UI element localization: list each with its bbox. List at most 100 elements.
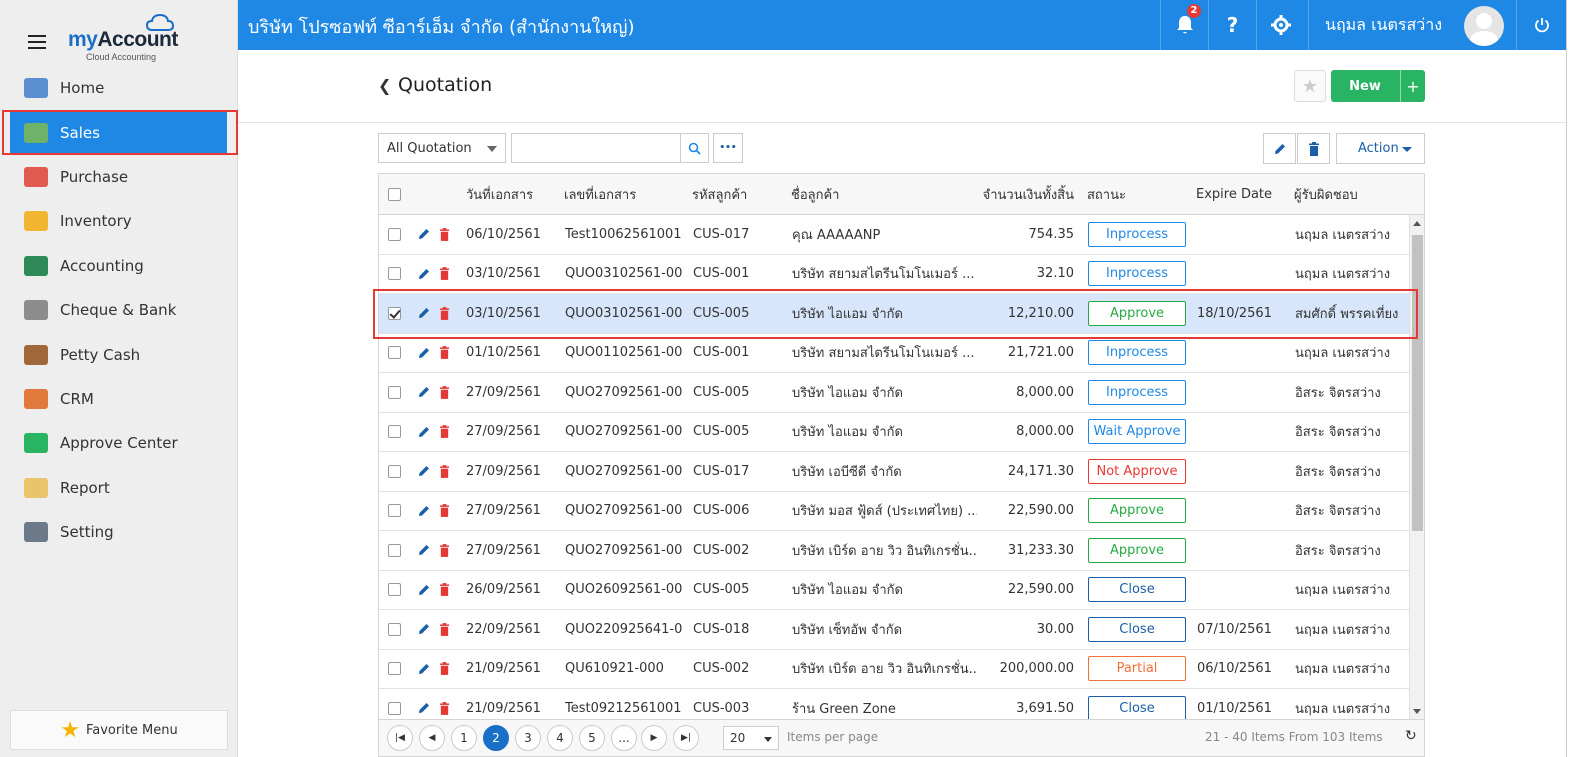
- row-select[interactable]: [388, 294, 401, 333]
- plus-icon[interactable]: +: [1400, 70, 1425, 102]
- row-edit-button[interactable]: [417, 571, 431, 610]
- cell-docno[interactable]: QUO27092561-00...: [565, 373, 683, 412]
- row-delete-button[interactable]: [439, 413, 450, 452]
- row-delete-button[interactable]: [439, 334, 450, 373]
- row-checkbox[interactable]: [388, 227, 401, 241]
- header-custname[interactable]: ชื่อลูกค้า: [791, 174, 839, 214]
- row-edit-button[interactable]: [417, 610, 431, 649]
- row-checkbox[interactable]: [388, 385, 401, 399]
- page-button[interactable]: 4: [547, 725, 573, 751]
- edit-button[interactable]: [1263, 133, 1296, 164]
- hamburger-menu-icon[interactable]: [28, 35, 46, 49]
- cell-docno[interactable]: QUO01102561-00...: [565, 334, 683, 373]
- table-row[interactable]: 26/09/2561 QUO26092561-00... CUS-005 บริษัท…: [379, 571, 1409, 610]
- cell-docno[interactable]: QUO27092561-00...: [565, 413, 683, 452]
- header-custcode[interactable]: รหัสลูกค้า: [692, 174, 747, 214]
- status-badge[interactable]: Close: [1088, 577, 1186, 603]
- row-select[interactable]: [388, 571, 401, 610]
- row-checkbox[interactable]: [388, 622, 401, 636]
- sidebar-item-inventory[interactable]: Inventory: [0, 199, 237, 243]
- sidebar-item-purchase[interactable]: Purchase: [0, 155, 237, 199]
- sidebar-item-petty-cash[interactable]: Petty Cash: [0, 332, 237, 376]
- page-button[interactable]: ...: [611, 725, 637, 751]
- cell-docno[interactable]: QUO03102561-00...: [565, 294, 683, 333]
- row-edit-button[interactable]: [417, 255, 431, 294]
- row-checkbox[interactable]: [388, 662, 401, 676]
- table-row[interactable]: 01/10/2561 QUO01102561-00... CUS-001 บริษัท…: [379, 334, 1409, 373]
- row-delete-button[interactable]: [439, 294, 450, 333]
- status-badge[interactable]: Approve: [1088, 537, 1186, 563]
- cell-docno[interactable]: QUO26092561-00...: [565, 571, 683, 610]
- table-row[interactable]: 27/09/2561 QUO27092561-00... CUS-017 บริษัท…: [379, 452, 1409, 492]
- search-button[interactable]: [680, 133, 709, 163]
- cell-docno[interactable]: QU610921-000: [565, 650, 683, 689]
- row-edit-button[interactable]: [417, 215, 431, 254]
- status-badge[interactable]: Approve: [1088, 300, 1186, 326]
- table-row[interactable]: 27/09/2561 QUO27092561-00... CUS-005 บริษัท…: [379, 373, 1409, 413]
- cell-docno[interactable]: QUO03102561-00...: [565, 255, 683, 294]
- table-row[interactable]: 03/10/2561 QUO03102561-00... CUS-001 บริษัท…: [379, 255, 1409, 294]
- row-checkbox[interactable]: [388, 504, 401, 518]
- refresh-icon[interactable]: ↻: [1405, 728, 1417, 744]
- sidebar-item-home[interactable]: Home: [0, 66, 237, 110]
- row-checkbox[interactable]: [388, 583, 401, 597]
- header-amount[interactable]: จำนวนเงินทั้งสิ้น: [969, 174, 1074, 214]
- row-select[interactable]: [388, 255, 401, 294]
- items-per-page-select[interactable]: 20: [723, 726, 779, 750]
- status-badge[interactable]: Inprocess: [1088, 221, 1186, 247]
- back-chevron-icon[interactable]: ❮: [378, 76, 391, 95]
- select-all-checkbox[interactable]: [388, 187, 401, 201]
- row-edit-button[interactable]: [417, 531, 431, 570]
- status-badge[interactable]: Approve: [1088, 498, 1186, 524]
- row-checkbox[interactable]: [388, 543, 401, 557]
- header-status[interactable]: สถานะ: [1087, 174, 1126, 214]
- sidebar-item-crm[interactable]: CRM: [0, 377, 237, 421]
- status-badge[interactable]: Close: [1088, 695, 1186, 719]
- row-checkbox[interactable]: [388, 306, 401, 320]
- header-owner[interactable]: ผู้รับผิดชอบ: [1294, 174, 1358, 214]
- row-checkbox[interactable]: [388, 425, 401, 439]
- table-row[interactable]: 03/10/2561 QUO03102561-00... CUS-005 บริษัท…: [379, 294, 1409, 334]
- settings-button[interactable]: [1256, 0, 1304, 50]
- page-button[interactable]: 5: [579, 725, 605, 751]
- row-select[interactable]: [388, 413, 401, 452]
- logout-button[interactable]: [1516, 0, 1566, 50]
- row-select[interactable]: [388, 689, 401, 719]
- action-dropdown-button[interactable]: Action: [1336, 133, 1425, 164]
- row-select[interactable]: [388, 373, 401, 412]
- row-edit-button[interactable]: [417, 413, 431, 452]
- row-edit-button[interactable]: [417, 492, 431, 531]
- table-row[interactable]: 21/09/2561 Test09212561001 CUS-003 ร้าน Gre…: [379, 689, 1409, 719]
- vertical-scrollbar[interactable]: [1409, 215, 1424, 719]
- status-badge[interactable]: Wait Approve: [1088, 419, 1186, 445]
- scroll-down-icon[interactable]: [1413, 709, 1421, 714]
- delete-button[interactable]: [1297, 133, 1330, 164]
- header-docno[interactable]: เลขที่เอกสาร: [564, 174, 636, 214]
- next-page-button[interactable]: ▶: [641, 725, 667, 751]
- row-select[interactable]: [388, 531, 401, 570]
- status-badge[interactable]: Partial: [1088, 656, 1186, 682]
- row-select[interactable]: [388, 610, 401, 649]
- scroll-up-icon[interactable]: [1413, 221, 1421, 226]
- row-delete-button[interactable]: [439, 373, 450, 412]
- row-checkbox[interactable]: [388, 464, 401, 478]
- row-delete-button[interactable]: [439, 689, 450, 719]
- page-button[interactable]: 3: [515, 725, 541, 751]
- table-row[interactable]: 27/09/2561 QUO27092561-00... CUS-002 บริษัท…: [379, 531, 1409, 571]
- status-badge[interactable]: Inprocess: [1088, 379, 1186, 405]
- cell-docno[interactable]: Test09212561001: [565, 689, 683, 719]
- table-row[interactable]: 22/09/2561 QUO220925641-0... CUS-018 บริษัท…: [379, 610, 1409, 650]
- search-input[interactable]: [511, 133, 681, 163]
- cell-docno[interactable]: QUO27092561-00...: [565, 452, 683, 491]
- favorite-menu-button[interactable]: ★ Favorite Menu: [10, 710, 228, 750]
- row-delete-button[interactable]: [439, 610, 450, 649]
- row-delete-button[interactable]: [439, 492, 450, 531]
- sidebar-item-sales[interactable]: Sales: [10, 110, 227, 155]
- cell-docno[interactable]: QUO220925641-0...: [565, 610, 683, 649]
- status-badge[interactable]: Inprocess: [1088, 261, 1186, 287]
- row-edit-button[interactable]: [417, 689, 431, 719]
- row-delete-button[interactable]: [439, 215, 450, 254]
- row-edit-button[interactable]: [417, 650, 431, 689]
- row-delete-button[interactable]: [439, 452, 450, 491]
- cell-docno[interactable]: QUO27092561-00...: [565, 531, 683, 570]
